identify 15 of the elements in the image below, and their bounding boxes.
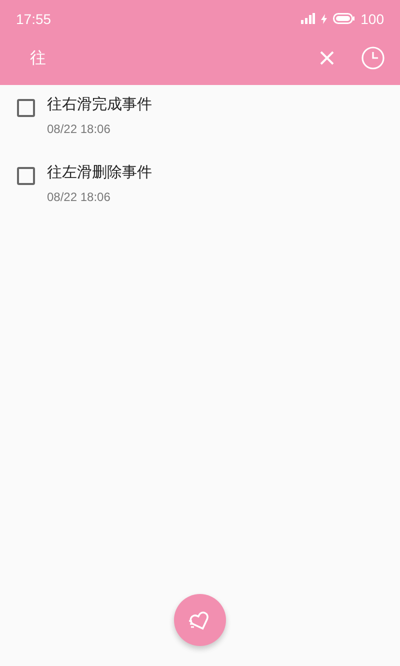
task-time: 08/22 18:06	[47, 190, 112, 204]
add-button[interactable]	[174, 594, 226, 646]
task-title: 往右滑完成事件	[47, 95, 152, 114]
charging-icon	[320, 14, 327, 24]
checkbox[interactable]	[17, 167, 35, 185]
task-time: 08/22 18:06	[47, 122, 112, 136]
battery-icon	[332, 13, 355, 24]
close-icon[interactable]	[319, 50, 335, 66]
battery-level: 100	[360, 10, 384, 26]
status-time: 17:55	[16, 10, 52, 26]
checkbox[interactable]	[17, 99, 35, 117]
signal-icon	[300, 13, 315, 24]
clock-icon[interactable]	[361, 46, 385, 70]
search-field[interactable]: 往	[30, 48, 293, 68]
task-title: 往左滑删除事件	[47, 163, 152, 182]
